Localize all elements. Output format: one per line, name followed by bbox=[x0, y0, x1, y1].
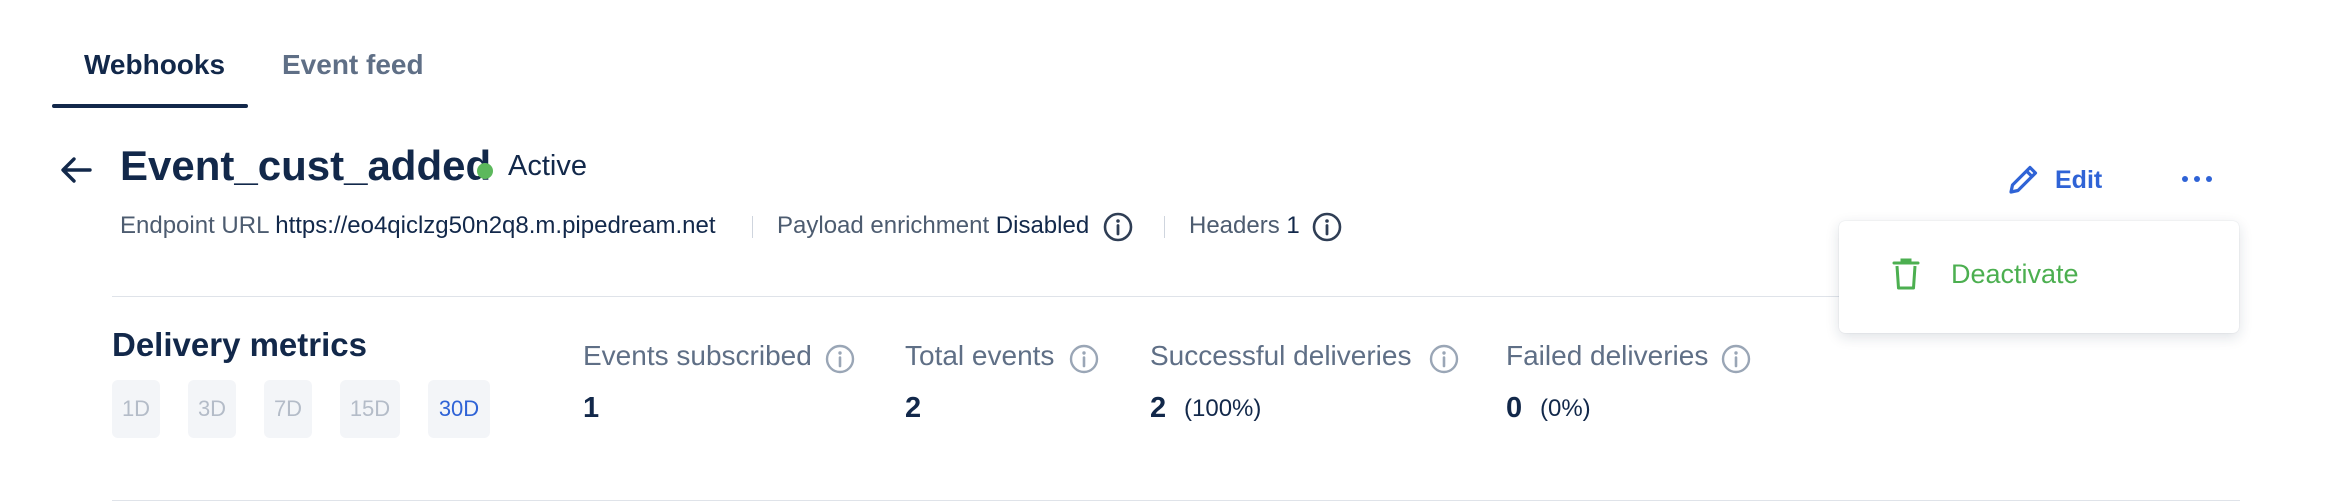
total-events-label: Total events bbox=[905, 340, 1055, 371]
endpoint-url-value: https://eo4qiclzg50n2q8.m.pipedream.net bbox=[275, 212, 716, 239]
range-1d[interactable]: 1D bbox=[112, 380, 160, 438]
failed-deliveries-label: Failed deliveries bbox=[1506, 340, 1709, 371]
meta-divider bbox=[752, 216, 753, 238]
successful-deliveries-info-icon[interactable] bbox=[1428, 343, 1460, 375]
delivery-metrics-title: Delivery metrics bbox=[112, 326, 367, 363]
payload-enrichment-value: Disabled bbox=[995, 212, 1090, 239]
tab-webhooks[interactable]: Webhooks bbox=[84, 30, 225, 110]
edit-label: Edit bbox=[2055, 165, 2103, 194]
headers: Headers 1 bbox=[1189, 212, 1300, 240]
headers-label: Headers bbox=[1189, 212, 1280, 239]
failed-deliveries-value: 0 bbox=[1506, 392, 1523, 424]
endpoint-url-label: Endpoint URL bbox=[120, 212, 269, 239]
events-subscribed-label: Events subscribed bbox=[583, 340, 812, 371]
range-30d[interactable]: 30D bbox=[428, 380, 490, 438]
events-subscribed-info-icon[interactable] bbox=[824, 343, 856, 375]
back-arrow-icon[interactable] bbox=[56, 150, 96, 190]
range-7d[interactable]: 7D bbox=[264, 380, 312, 438]
metrics-divider bbox=[112, 500, 2240, 501]
headers-value: 1 bbox=[1286, 212, 1300, 239]
edit-button[interactable]: Edit bbox=[2003, 158, 2102, 202]
failed-deliveries-percent: (0%) bbox=[1540, 395, 1591, 422]
events-subscribed-value: 1 bbox=[583, 392, 600, 424]
range-3d[interactable]: 3D bbox=[188, 380, 236, 438]
page-title: Event_cust_added bbox=[120, 142, 492, 189]
failed-deliveries-info-icon[interactable] bbox=[1720, 343, 1752, 375]
more-dot bbox=[2194, 176, 2200, 182]
trash-icon bbox=[1892, 258, 1920, 290]
tab-event-feed[interactable]: Event feed bbox=[282, 30, 424, 110]
meta-divider bbox=[1164, 216, 1165, 238]
pencil-icon bbox=[2009, 165, 2038, 194]
headers-info-icon[interactable] bbox=[1311, 211, 1343, 243]
total-events-info-icon[interactable] bbox=[1068, 343, 1100, 375]
status-dot bbox=[477, 163, 493, 179]
active-tab-indicator bbox=[52, 104, 248, 108]
deactivate-menu-item[interactable]: Deactivate bbox=[1891, 257, 2079, 291]
total-events-value: 2 bbox=[905, 392, 922, 424]
payload-info-icon[interactable] bbox=[1102, 211, 1134, 243]
more-options-menu: Deactivate bbox=[1839, 221, 2239, 333]
payload-enrichment: Payload enrichment Disabled bbox=[777, 212, 1089, 240]
successful-deliveries-percent: (100%) bbox=[1184, 395, 1262, 422]
endpoint-url: Endpoint URL https://eo4qiclzg50n2q8.m.p… bbox=[120, 212, 716, 240]
header-divider bbox=[112, 296, 1840, 297]
successful-deliveries-label: Successful deliveries bbox=[1150, 340, 1412, 371]
deactivate-label: Deactivate bbox=[1951, 258, 2079, 289]
payload-enrichment-label: Payload enrichment bbox=[777, 212, 990, 239]
successful-deliveries-value: 2 bbox=[1150, 392, 1167, 424]
range-15d[interactable]: 15D bbox=[340, 380, 400, 438]
status-badge: Active bbox=[508, 150, 587, 182]
more-options-button[interactable] bbox=[2177, 162, 2217, 196]
more-dot bbox=[2206, 176, 2212, 182]
more-horizontal-icon bbox=[2182, 176, 2188, 182]
